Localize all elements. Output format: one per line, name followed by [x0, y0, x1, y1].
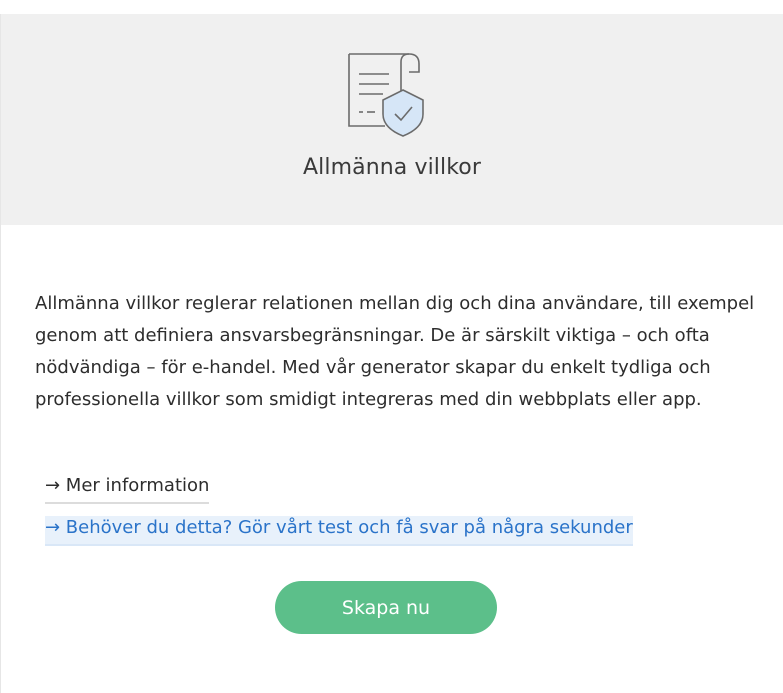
- create-now-button[interactable]: Skapa nu: [275, 581, 497, 634]
- page-title: Allmänna villkor: [303, 155, 481, 180]
- card-header: Allmänna villkor: [1, 14, 783, 225]
- document-shield-icon: [348, 53, 424, 137]
- take-test-link[interactable]: → Behöver du detta? Gör vårt test och få…: [45, 516, 633, 546]
- terms-description: Allmänna villkor reglerar relationen mel…: [35, 293, 755, 410]
- terms-card: Allmänna villkor Allmänna villkor regler…: [0, 14, 783, 693]
- info-links: → Mer information → Behöver du detta? Gö…: [45, 474, 633, 546]
- more-info-link[interactable]: → Mer information: [45, 474, 210, 504]
